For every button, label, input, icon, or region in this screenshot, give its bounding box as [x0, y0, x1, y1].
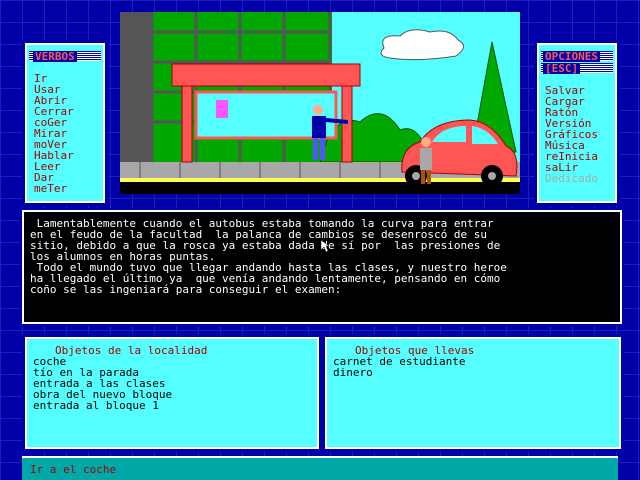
- mouse-cursor-icon: [321, 240, 329, 252]
- narration-line: coño se las ingeniará para conseguir el …: [30, 283, 342, 296]
- shelter-post: [181, 85, 193, 163]
- verbs-title: VERBOS: [33, 50, 77, 63]
- options-panel: OPCIONES [ESC] Salvar Cargar Ratón Versi…: [534, 40, 620, 206]
- cloud: [380, 29, 464, 61]
- hero-head: [421, 137, 431, 147]
- carried-object-item[interactable]: dinero: [333, 367, 373, 378]
- narration-box: Lamentablemente cuando el autobus estaba…: [20, 208, 624, 326]
- man-body: [312, 116, 326, 138]
- scene-art: [120, 12, 520, 194]
- carried-objects-panel: Objetos que llevas carnet de estudiante …: [322, 334, 624, 452]
- options-title: OPCIONES: [543, 50, 600, 63]
- man-head: [313, 105, 323, 115]
- location-objects-panel: Objetos de la localidad coche tío en la …: [22, 334, 322, 452]
- esc-label[interactable]: [ESC]: [543, 63, 581, 74]
- command-text: Ir a el coche: [30, 463, 117, 476]
- poster: [216, 100, 228, 118]
- verbs-panel: VERBOS Ir Usar Abrir Cerrar coGer Mirar …: [22, 40, 108, 206]
- location-object-item[interactable]: entrada al bloque 1: [33, 400, 159, 411]
- verb-meter[interactable]: meTer: [34, 183, 67, 194]
- command-line: Ir a el coche: [22, 456, 618, 480]
- game-scene[interactable]: [120, 12, 520, 194]
- hero-body: [420, 148, 432, 170]
- shelter-roof: [171, 63, 361, 87]
- side-wall: [120, 12, 152, 182]
- option-dedicado[interactable]: Dedicado: [545, 173, 598, 184]
- shelter-post: [341, 85, 353, 163]
- location-objects-title: Objetos de la localidad: [55, 344, 208, 357]
